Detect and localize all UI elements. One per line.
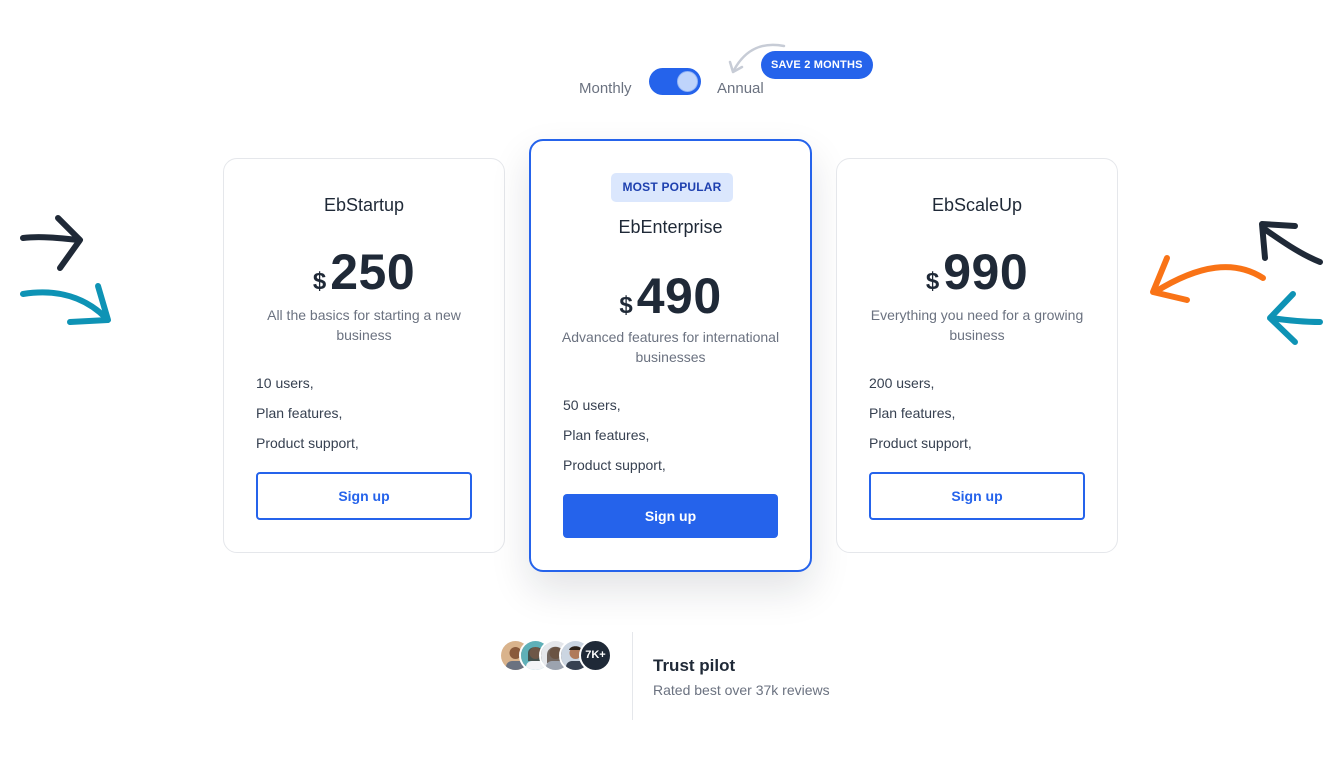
- feature-item: Plan features,: [869, 405, 956, 421]
- decorative-arrows-right: [1150, 221, 1323, 345]
- monthly-label[interactable]: Monthly: [579, 80, 632, 97]
- plan-price: $ 250: [224, 243, 504, 301]
- feature-item: Plan features,: [256, 405, 343, 421]
- plan-name: EbScaleUp: [931, 195, 1023, 215]
- decorative-arrows-left: [20, 215, 111, 325]
- plan-card-enterprise: MOST POPULAR EbEnterprise $ 490 Advanced…: [529, 139, 812, 572]
- feature-item: Plan features,: [563, 427, 650, 443]
- signup-button-scaleup[interactable]: Sign up: [869, 472, 1085, 520]
- signup-button-enterprise[interactable]: Sign up: [563, 494, 778, 538]
- feature-item: Product support,: [563, 457, 666, 473]
- feature-item: 50 users,: [563, 397, 621, 413]
- feature-list: 10 users, Plan features, Product support…: [256, 373, 359, 463]
- most-popular-badge: MOST POPULAR: [611, 173, 733, 202]
- currency-symbol: $: [312, 268, 327, 295]
- currency-symbol: $: [619, 292, 633, 319]
- price-amount: 250: [330, 244, 416, 300]
- trust-title: Trust pilot: [653, 656, 736, 675]
- arrow-right-icon: [20, 215, 83, 271]
- trust-divider: [632, 632, 633, 720]
- plan-price: $ 990: [837, 243, 1117, 301]
- feature-item: 200 users,: [869, 375, 935, 391]
- price-amount: 490: [636, 268, 722, 324]
- toggle-knob: [677, 71, 698, 92]
- price-amount: 990: [943, 244, 1029, 300]
- plan-name: EbEnterprise: [618, 217, 723, 237]
- feature-list: 200 users, Plan features, Product suppor…: [869, 373, 972, 463]
- signup-button-startup[interactable]: Sign up: [256, 472, 472, 520]
- avatar-group: 7K+: [499, 639, 619, 673]
- plan-card-scaleup: EbScaleUp $ 990 Everything you need for …: [836, 158, 1118, 553]
- feature-item: 10 users,: [256, 375, 314, 391]
- curved-arrow-up-left-icon: [1259, 221, 1323, 265]
- billing-switcher: Monthly Annual SAVE 2 MONTHS: [0, 0, 1342, 110]
- plan-name: EbStartup: [323, 195, 405, 215]
- curved-arrow-left-icon: [1150, 255, 1266, 303]
- plan-card-startup: EbStartup $ 250 All the basics for start…: [223, 158, 505, 553]
- currency-symbol: $: [925, 268, 940, 295]
- feature-item: Product support,: [256, 435, 359, 451]
- feature-list: 50 users, Plan features, Product support…: [563, 395, 666, 485]
- trust-subtitle: Rated best over 37k reviews: [653, 682, 830, 698]
- feature-item: Product support,: [869, 435, 972, 451]
- billing-toggle[interactable]: [649, 68, 701, 95]
- plan-description: Everything you need for a growing busine…: [870, 307, 1084, 343]
- arrow-left-icon: [1267, 291, 1323, 345]
- plan-price: $ 490: [531, 267, 810, 325]
- plan-description: Advanced features for international busi…: [561, 329, 780, 365]
- reviewer-count-badge: 7K+: [579, 639, 612, 672]
- plan-description: All the basics for starting a new busine…: [267, 307, 461, 343]
- annual-label[interactable]: Annual: [717, 80, 764, 97]
- save-badge: SAVE 2 MONTHS: [761, 51, 873, 79]
- curved-arrow-right-icon: [20, 283, 111, 325]
